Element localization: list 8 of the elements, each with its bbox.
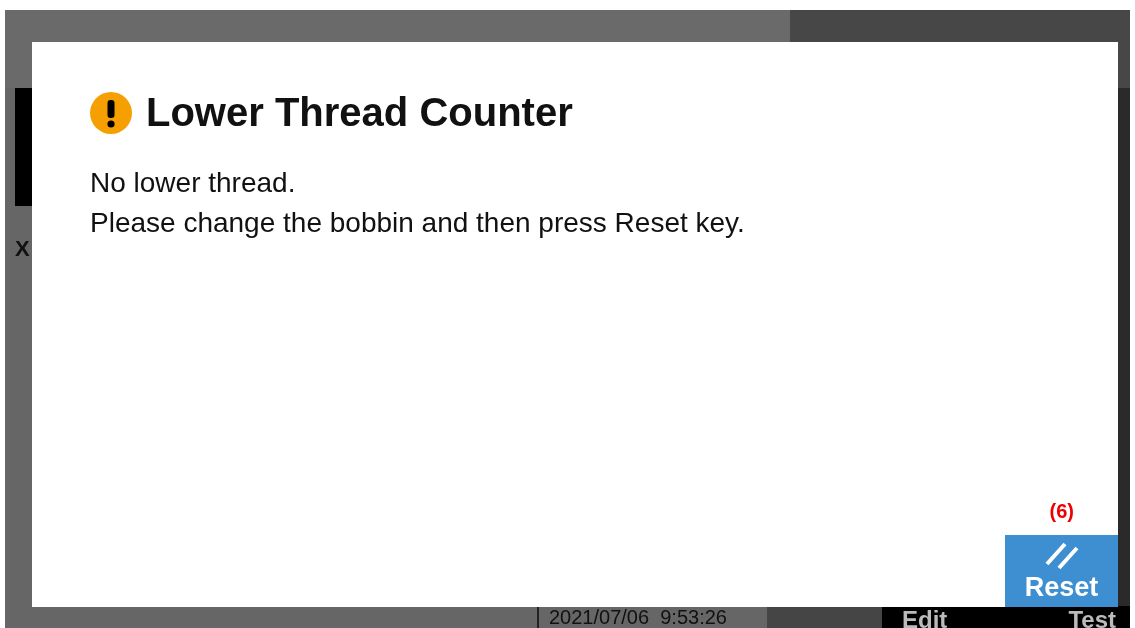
- dialog-title: Lower Thread Counter: [146, 90, 573, 135]
- toolbar-button[interactable]: Edit: [882, 606, 968, 628]
- message-text: Please change the bobbin and then press Reset key.: [90, 206, 746, 240]
- toolbar-button[interactable]: Test: [967, 606, 1130, 628]
- message-text: No lower thread.: [90, 166, 297, 200]
- axis-label: X: [15, 236, 31, 262]
- warning-icon: [90, 91, 132, 134]
- annotation-label: (6): [1049, 500, 1074, 523]
